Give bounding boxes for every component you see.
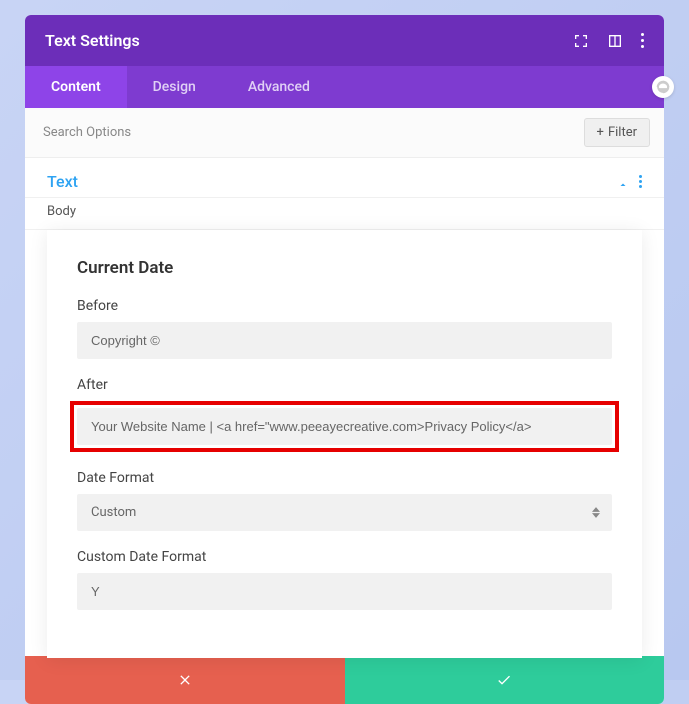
custom-date-format-label: Custom Date Format xyxy=(77,549,612,565)
check-icon xyxy=(496,672,512,688)
header-actions xyxy=(573,33,644,49)
tab-design[interactable]: Design xyxy=(127,66,222,108)
highlighted-box xyxy=(70,401,619,452)
close-icon xyxy=(177,672,193,688)
field-after: After xyxy=(77,377,612,452)
date-format-value: Custom xyxy=(91,505,136,520)
expand-icon[interactable] xyxy=(573,33,589,49)
filter-label: Filter xyxy=(608,125,637,140)
select-arrows-icon xyxy=(592,507,600,518)
custom-date-format-input[interactable] xyxy=(77,573,612,610)
tabs-bar: Content Design Advanced xyxy=(25,66,664,108)
tab-advanced[interactable]: Advanced xyxy=(222,66,336,108)
field-custom-date-format: Custom Date Format xyxy=(77,549,612,610)
collapse-icon[interactable] xyxy=(617,176,629,188)
section-actions xyxy=(617,175,642,188)
date-format-select[interactable]: Custom xyxy=(77,494,612,531)
section-more-icon[interactable] xyxy=(639,175,642,188)
cancel-button[interactable] xyxy=(25,656,345,704)
after-label: After xyxy=(77,377,612,393)
before-label: Before xyxy=(77,298,612,314)
modal-title: Text Settings xyxy=(45,31,573,50)
section-title: Text xyxy=(47,172,617,191)
plus-icon: + xyxy=(597,125,604,140)
modal-header: Text Settings xyxy=(25,15,664,66)
save-button[interactable] xyxy=(345,656,665,704)
columns-icon[interactable] xyxy=(607,33,623,49)
tab-content[interactable]: Content xyxy=(25,66,127,108)
search-bar: Search Options + Filter xyxy=(25,108,664,158)
field-date-format: Date Format Custom xyxy=(77,470,612,531)
after-input[interactable] xyxy=(77,408,612,445)
modal-footer xyxy=(25,656,664,704)
settings-modal: Text Settings Content Design Advanced Se… xyxy=(25,15,664,704)
body-label: Body xyxy=(25,198,664,230)
search-input[interactable]: Search Options xyxy=(39,121,584,144)
more-menu-icon[interactable] xyxy=(641,33,644,48)
field-before: Before xyxy=(77,298,612,359)
current-date-panel: Current Date Before After Date Format Cu… xyxy=(47,230,642,658)
before-input[interactable] xyxy=(77,322,612,359)
filter-button[interactable]: + Filter xyxy=(584,118,650,147)
date-format-label: Date Format xyxy=(77,470,612,486)
help-icon[interactable] xyxy=(652,76,674,98)
text-section: Text xyxy=(25,158,664,198)
section-header[interactable]: Text xyxy=(47,172,642,191)
panel-title: Current Date xyxy=(77,258,612,278)
